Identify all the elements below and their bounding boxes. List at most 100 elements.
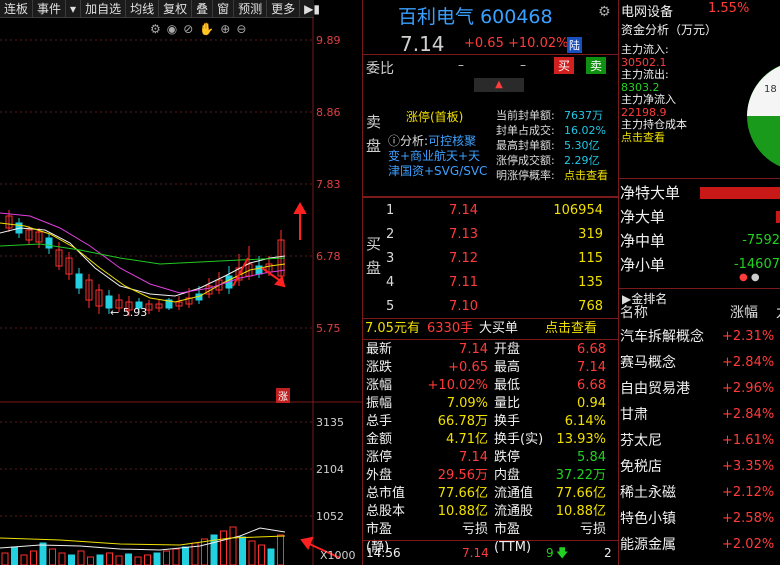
quote-row: 总手 66.78万 换手 6.14% — [366, 414, 606, 429]
toolbar-item-events[interactable]: 事件 — [33, 0, 67, 18]
bid-row[interactable]: 3 7.12 115 — [386, 250, 603, 268]
volume-bar — [49, 548, 56, 565]
info-icon: ⓘ — [388, 134, 401, 148]
net-order-row: 净特大单 — [620, 182, 780, 204]
big-order-link[interactable]: 点击查看 — [545, 320, 597, 338]
volume-bar — [172, 548, 180, 565]
fund-title: 资金分析（万元） — [621, 23, 718, 37]
limit-up-marker: 涨 — [276, 388, 290, 403]
vol-tick: 3135 — [316, 416, 344, 429]
seal-row: 涨停成交额: 2.29亿 — [496, 154, 600, 167]
sell-button[interactable]: 卖 — [586, 57, 607, 74]
limit-status: 涨停(首板) — [406, 110, 464, 124]
vol-tick: 1052 — [316, 510, 344, 523]
analysis-text: ⓘ分析:可控核聚变+商业航天+天津国资+SVG/SVC — [388, 134, 488, 178]
analysis-link[interactable]: 可控核聚 — [428, 134, 476, 148]
buy-button[interactable]: 买 — [554, 57, 575, 74]
hot-item[interactable]: 汽车拆解概念 +2.31% — [620, 324, 774, 350]
toolbar-add-watchlist[interactable]: 加自选 — [81, 0, 127, 18]
sell-side-label: 卖盘 — [366, 113, 382, 155]
seal-row: 最高封单额: 5.30亿 — [496, 139, 600, 152]
hot-header: 名称涨幅九 — [620, 305, 780, 321]
bid-row[interactable]: 4 7.11 135 — [386, 274, 603, 292]
tick-row: 14:56 7.14 9 🡇 2 — [366, 546, 612, 560]
settings-gear-icon[interactable]: ⚙ — [598, 4, 611, 20]
collapse-chevron-icon[interactable]: ▲ — [474, 78, 524, 92]
sector-pct: 1.55% — [708, 1, 750, 16]
fund-pie: 18 — [747, 65, 780, 167]
kline-chart[interactable]: ← 5.93 — [0, 18, 362, 565]
pager-dots[interactable]: ● ● — [739, 272, 760, 283]
volume-bar — [239, 536, 246, 565]
net-order-row: 净中单 -7592 — [620, 232, 780, 250]
moving-averages — [0, 212, 286, 303]
bid-row[interactable]: 2 7.13 319 — [386, 226, 603, 244]
toolbar-forecast[interactable]: 预测 — [234, 0, 268, 18]
volume-bar — [39, 542, 47, 565]
y-tick: 9.89 — [316, 34, 341, 47]
toolbar-expand-icon[interactable]: ▶▮ — [300, 0, 324, 18]
candle-body — [45, 237, 53, 249]
volume-bar — [125, 553, 132, 565]
toolbar-item-lianban[interactable]: 连板 — [0, 0, 34, 18]
hot-item[interactable]: 自由贸易港 +2.96% — [620, 376, 774, 402]
toolbar-more[interactable]: 更多 — [267, 0, 301, 18]
toolbar-overlay[interactable]: 叠 — [192, 0, 214, 18]
volume-bar — [106, 552, 113, 565]
price-change: +0.65 — [464, 36, 504, 51]
fund-flows: 主力流入: 30502.1 主力流出: 8303.2 主力净流入 22198.9 主力… — [621, 43, 687, 145]
last-price: 7.14 — [400, 32, 445, 56]
weibi-value: – — [458, 58, 464, 72]
hot-item[interactable]: 芬太尼 +1.61% — [620, 428, 774, 454]
volume-bar — [30, 550, 37, 565]
hot-item[interactable]: 甘肃 +2.84% — [620, 402, 774, 428]
sector-name[interactable]: 电网设备 — [621, 1, 673, 20]
y-tick: 7.83 — [316, 178, 341, 191]
candlesticks — [5, 210, 285, 316]
volume-bar — [153, 552, 161, 565]
volume-bar — [68, 554, 75, 565]
y-tick: 5.75 — [316, 322, 341, 335]
volume-bar — [229, 526, 237, 565]
bid-row[interactable]: 1 7.14 106954 — [386, 202, 603, 220]
volume-bar — [267, 548, 275, 565]
y-tick: 8.86 — [316, 106, 341, 119]
quote-row: 外盘 29.56万 内盘 37.22万 — [366, 468, 606, 483]
weibi-label: 委比 — [366, 61, 394, 77]
quote-row: 市盈(静) 亏损 市盈(TTM) 亏损 — [366, 522, 606, 555]
toolbar-dropdown[interactable]: ▾ — [66, 0, 82, 18]
hot-item[interactable]: 赛马概念 +2.84% — [620, 350, 774, 376]
volume-bar — [182, 546, 189, 565]
stock-name: 百利电气 — [398, 6, 475, 28]
volume-bar — [144, 554, 151, 565]
quote-row: 涨幅 +10.02% 最低 6.68 — [366, 378, 606, 393]
toolbar-window[interactable]: 窗 — [213, 0, 235, 18]
toolbar-ma[interactable]: 均线 — [126, 0, 160, 18]
vol-unit: X1000 — [320, 549, 356, 562]
volume-bars — [1, 526, 284, 565]
volume-bar — [220, 530, 227, 565]
seal-row: 封单占成交: 16.02% — [496, 124, 606, 137]
toolbar-adjust[interactable]: 复权 — [159, 0, 193, 18]
net-order-row: 净大单 — [620, 206, 780, 228]
price-pct: +10.02% — [508, 36, 569, 51]
hot-item[interactable]: 稀土永磁 +2.12% — [620, 480, 774, 506]
cost-link[interactable]: 点击查看 — [621, 131, 687, 145]
seal-row: 当前封单额: 7637万 — [496, 109, 603, 122]
seal-row: 明涨停概率: 点击查看 — [496, 169, 608, 182]
big-order-row: 7.05元有 6330手 大买单 点击查看 — [365, 320, 598, 338]
volume-bar — [87, 556, 94, 565]
volume-bar — [20, 554, 28, 565]
quote-row: 总股本 10.88亿 流通股 10.88亿 — [366, 504, 606, 519]
quote-row: 金额 4.71亿 换手(实) 13.93% — [366, 432, 606, 447]
hot-item[interactable]: 特色小镇 +2.58% — [620, 506, 774, 532]
volume-bar — [163, 550, 170, 565]
volume-bar — [11, 546, 18, 565]
quote-row: 振幅 7.09% 量比 0.94 — [366, 396, 606, 411]
bid-row[interactable]: 5 7.10 768 — [386, 298, 603, 316]
hot-item[interactable]: 能源金属 +2.02% — [620, 532, 774, 558]
volume-bar — [277, 534, 284, 565]
hot-item[interactable]: 免税店 +3.35% — [620, 454, 774, 480]
stock-header: 百利电气 600468 — [398, 2, 553, 29]
weibi-diff: – — [520, 58, 526, 72]
